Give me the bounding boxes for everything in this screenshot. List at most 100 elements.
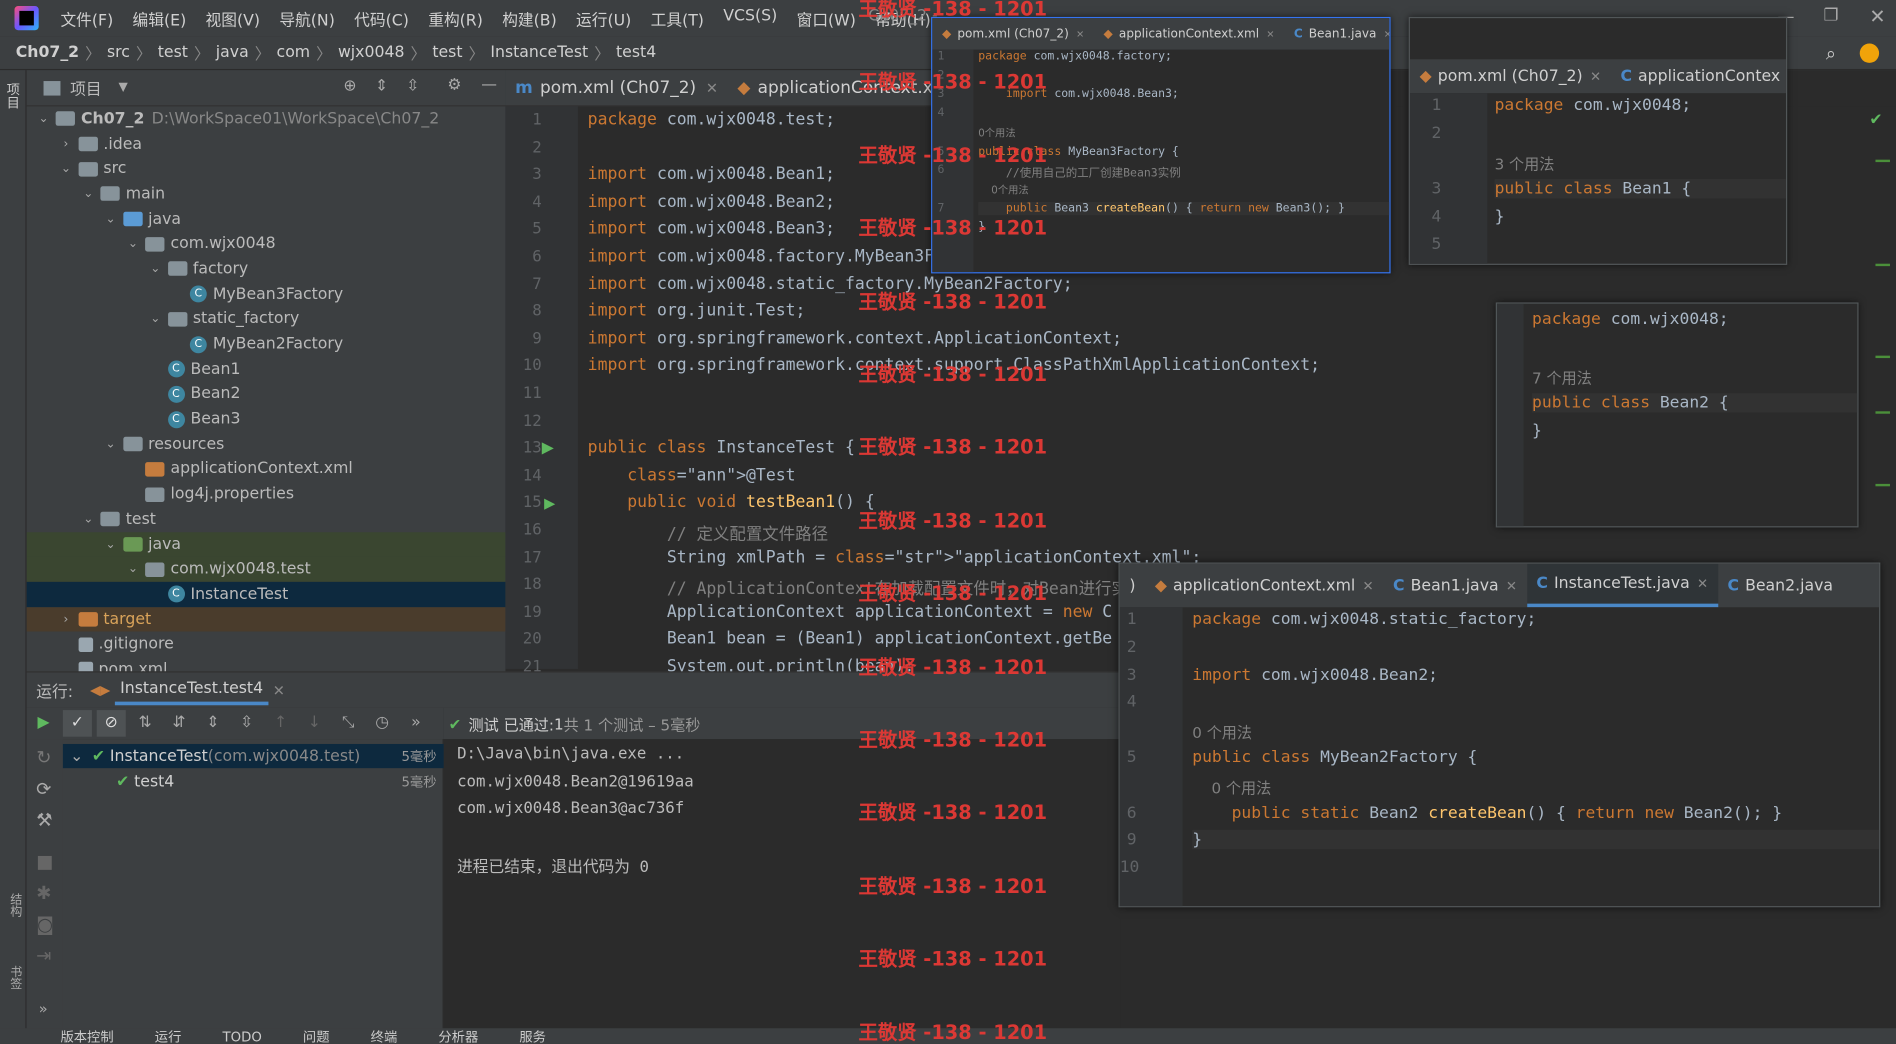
tree-item[interactable]: ⌄ src	[27, 157, 506, 182]
camera-icon[interactable]: ◙	[36, 913, 54, 935]
tree-item[interactable]: ⌄ main	[27, 182, 506, 207]
tree-item[interactable]: log4j.properties	[27, 482, 506, 507]
run-method-icon[interactable]: ▶	[544, 495, 555, 512]
menu-item[interactable]: 运行(U)	[566, 7, 641, 29]
close-icon[interactable]: ✕	[1869, 5, 1885, 28]
toggle-autotest-icon[interactable]: ⟳	[36, 778, 51, 800]
bottom-tool-button[interactable]: 分析器	[414, 1031, 495, 1044]
tree-item[interactable]: › .idea	[27, 131, 506, 156]
menu-item[interactable]: VCS(S)	[714, 7, 787, 30]
popup-tab[interactable]: CapplicationContex✕	[1611, 59, 1786, 93]
close-tab-icon[interactable]: ✕	[1697, 576, 1708, 592]
rerun-icon[interactable]: ▶	[29, 710, 58, 737]
close-tab-icon[interactable]: ✕	[1590, 68, 1601, 84]
breadcrumb-item[interactable]: test	[154, 44, 191, 62]
chevron-down-icon[interactable]: ⌄	[148, 262, 163, 275]
popup-mybean3factory[interactable]: ◆ pom.xml (Ch07_2) ✕ ◆ applicationContext.xm…	[931, 16, 1391, 274]
tree-item[interactable]: pom.xml	[27, 657, 506, 672]
close-tab-icon[interactable]: ✕	[1506, 578, 1517, 594]
popup-bean2[interactable]: package com.wjx0048; 7 个用法 public class Be…	[1495, 302, 1859, 528]
breadcrumb-item[interactable]: test4	[612, 44, 659, 62]
menu-item[interactable]: 构建(B)	[493, 7, 567, 29]
breadcrumb-item[interactable]: Ch07_2	[12, 44, 83, 62]
show-ignored-icon[interactable]: ⊘	[96, 710, 126, 737]
tree-item[interactable]: C Bean1	[27, 357, 506, 382]
test-node[interactable]: ⌄ ✔ InstanceTest (com.wjx0048.test) 5毫秒	[62, 743, 444, 769]
bottom-tool-button[interactable]: TODO	[198, 1031, 278, 1044]
breadcrumb-item[interactable]: wjx0048	[334, 44, 408, 62]
chevron-down-icon[interactable]: ⌄	[81, 513, 96, 526]
chevron-down-icon[interactable]: ⌄	[36, 112, 51, 125]
gear-icon[interactable]: ⚙	[447, 76, 461, 94]
more-actions-icon[interactable]: »	[39, 1000, 48, 1017]
breadcrumb-item[interactable]: test	[429, 44, 466, 62]
popup-bean1[interactable]: ◆pom.xml (Ch07_2)✕CapplicationContex✕CMy…	[1408, 16, 1788, 265]
tree-item[interactable]: ⌄ factory	[27, 257, 506, 282]
editor-tab[interactable]: m pom.xml (Ch07_2) ✕	[505, 78, 727, 97]
tree-item[interactable]: ⌄ java	[26, 531, 506, 557]
chevron-down-icon[interactable]: ▼	[119, 81, 128, 94]
popup-tab[interactable]: )	[1120, 564, 1145, 608]
close-tab-icon[interactable]: ✕	[1266, 28, 1274, 39]
popup-tab[interactable]: ◆ pom.xml (Ch07_2) ✕	[932, 18, 1094, 49]
bottom-tool-button[interactable]: 运行	[131, 1031, 199, 1044]
restore-icon[interactable]: ❐	[1823, 6, 1838, 25]
hide-panel-icon[interactable]: —	[481, 76, 497, 94]
chevron-right-icon[interactable]: ›	[59, 137, 74, 150]
project-tool-button[interactable]: 项目	[5, 82, 22, 130]
import-tests-icon[interactable]: ⤡	[334, 710, 363, 737]
tree-item[interactable]: applicationContext.xml	[27, 457, 506, 482]
tree-item[interactable]: ⌄ com.wjx0048.test	[26, 556, 506, 582]
bottom-tool-button[interactable]: 版本控制	[0, 1031, 131, 1044]
tree-item[interactable]: C MyBean2Factory	[27, 332, 506, 357]
menu-item[interactable]: 工具(T)	[641, 7, 714, 29]
close-tab-icon[interactable]: ✕	[1384, 28, 1390, 39]
tree-item[interactable]: ⌄ static_factory	[27, 307, 506, 332]
popup-tab[interactable]: C Bean1.java ✕	[1284, 18, 1390, 49]
chevron-down-icon[interactable]: ⌄	[81, 187, 96, 200]
popup-tab[interactable]: ◆ applicationContext.xml ✕	[1145, 564, 1383, 608]
menu-item[interactable]: 编辑(E)	[123, 7, 196, 29]
structure-tool-button[interactable]: 结构	[5, 893, 23, 917]
menu-item[interactable]: 代码(C)	[345, 7, 419, 29]
exit-icon[interactable]: ⇥	[36, 945, 51, 967]
tree-item[interactable]: C InstanceTest	[26, 581, 506, 607]
test-node[interactable]: ✔ test4 5毫秒	[63, 769, 444, 793]
breadcrumb-item[interactable]: java	[212, 44, 252, 62]
breadcrumb-item[interactable]: src	[103, 44, 133, 62]
chevron-down-icon[interactable]: ⌄	[148, 313, 163, 326]
close-tab-icon[interactable]: ✕	[1076, 28, 1084, 39]
chevron-right-icon[interactable]: ›	[59, 613, 74, 626]
editor-tab[interactable]: ◆applicationContext.xml✕	[728, 78, 931, 97]
close-tab-icon[interactable]: ✕	[1363, 578, 1374, 594]
run-class-icon[interactable]: ▶	[542, 439, 554, 457]
chevron-down-icon[interactable]: ⌄	[59, 162, 74, 175]
bottom-tool-button[interactable]: 服务	[495, 1031, 563, 1044]
wrench-icon[interactable]: ⚒	[36, 809, 52, 831]
popup-tab[interactable]: C Bean1.java ✕	[1383, 564, 1526, 608]
tree-item[interactable]: .gitignore	[27, 632, 506, 657]
history-icon[interactable]: ◷	[368, 710, 397, 737]
tree-item[interactable]: C MyBean3Factory	[27, 282, 506, 307]
popup-mybean2factory[interactable]: ) ◆ applicationContext.xml ✕ C Bean1.java ✕ C In…	[1118, 562, 1881, 908]
chevron-down-icon[interactable]: ⌄	[103, 538, 118, 551]
locate-icon[interactable]: ⊕	[343, 77, 356, 95]
next-failed-icon[interactable]: ↓	[300, 710, 329, 737]
tree-item[interactable]: ⌄ test	[27, 507, 506, 532]
show-passed-icon[interactable]: ✓	[62, 710, 92, 737]
bottom-tool-button[interactable]: 终端	[346, 1031, 414, 1044]
tree-item[interactable]: C Bean3	[27, 407, 506, 432]
popup-tab[interactable]: C InstanceTest.java ✕	[1526, 563, 1718, 608]
chevron-down-icon[interactable]: ⌄	[70, 747, 87, 765]
popup-tab[interactable]: ◆ applicationContext.xml ✕	[1094, 18, 1284, 49]
menu-item[interactable]: 文件(F)	[51, 7, 123, 29]
tree-item[interactable]: › target	[26, 606, 506, 632]
menu-item[interactable]: 导航(N)	[270, 7, 345, 29]
prev-failed-icon[interactable]: ↑	[266, 710, 295, 737]
collapse-all-icon[interactable]: ⇳	[406, 77, 419, 95]
popup-tab[interactable]: ◆ pom.xml (Ch07_2) ✕	[1410, 59, 1611, 93]
run-tab[interactable]: InstanceTest.test4	[115, 675, 268, 706]
rerun-failed-icon[interactable]: ↻	[36, 746, 51, 768]
close-run-tab-icon[interactable]: ✕	[273, 682, 285, 699]
menu-item[interactable]: 重构(R)	[419, 7, 493, 29]
